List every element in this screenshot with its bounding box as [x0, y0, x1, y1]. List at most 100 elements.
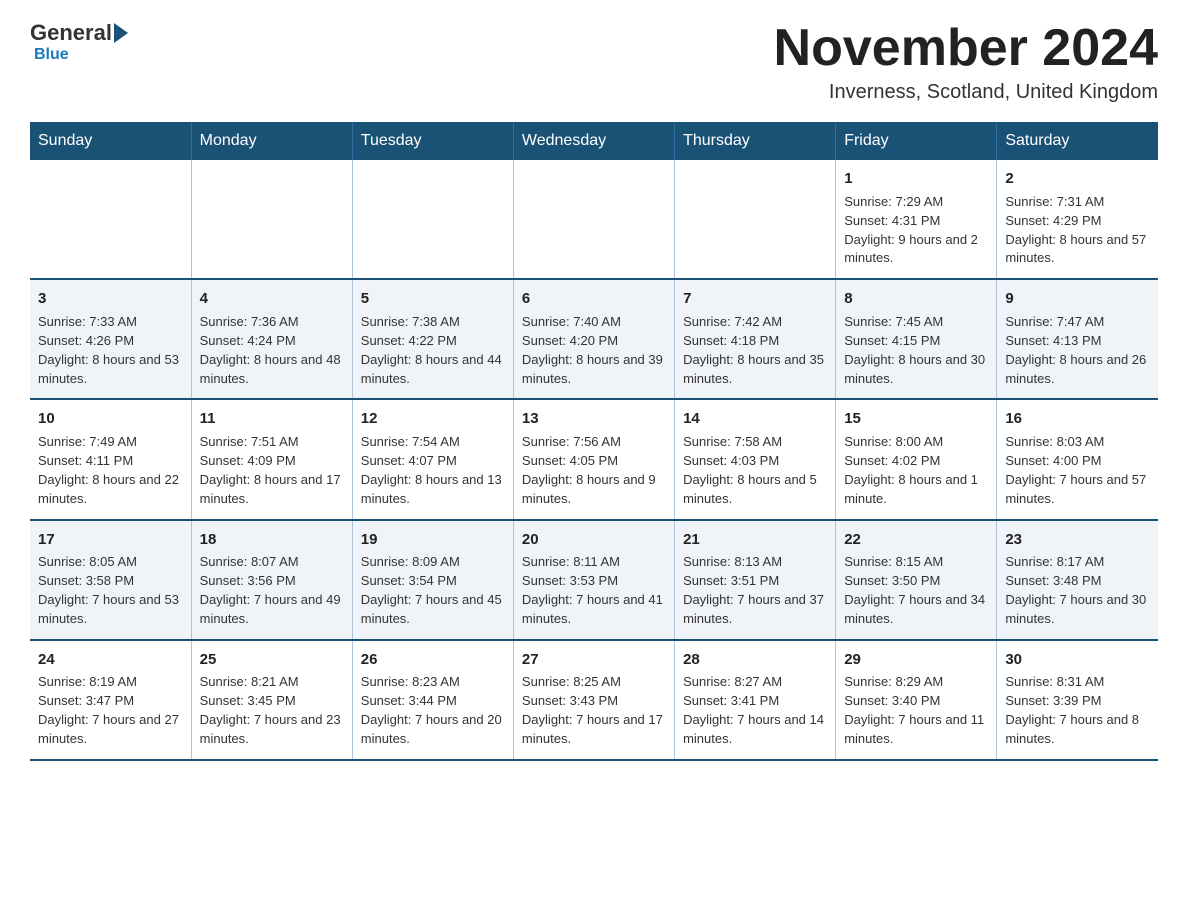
day-number: 18: [200, 529, 344, 551]
calendar-cell: 25Sunrise: 8:21 AMSunset: 3:45 PMDayligh…: [191, 640, 352, 760]
calendar-cell: 24Sunrise: 8:19 AMSunset: 3:47 PMDayligh…: [30, 640, 191, 760]
day-info: Sunrise: 8:21 AMSunset: 3:45 PMDaylight:…: [200, 674, 341, 746]
calendar-cell: 12Sunrise: 7:54 AMSunset: 4:07 PMDayligh…: [352, 399, 513, 519]
day-number: 11: [200, 408, 344, 430]
day-info: Sunrise: 8:27 AMSunset: 3:41 PMDaylight:…: [683, 674, 824, 746]
day-info: Sunrise: 7:33 AMSunset: 4:26 PMDaylight:…: [38, 314, 179, 386]
day-info: Sunrise: 8:23 AMSunset: 3:44 PMDaylight:…: [361, 674, 502, 746]
day-number: 21: [683, 529, 827, 551]
day-number: 5: [361, 288, 505, 310]
header-tuesday: Tuesday: [352, 122, 513, 160]
main-title: November 2024: [774, 20, 1158, 77]
calendar-table: SundayMondayTuesdayWednesdayThursdayFrid…: [30, 122, 1158, 761]
logo: General Blue: [30, 20, 130, 64]
day-number: 17: [38, 529, 183, 551]
day-number: 16: [1005, 408, 1150, 430]
calendar-cell: 5 Sunrise: 7:38 AMSunset: 4:22 PMDaylight…: [352, 279, 513, 399]
header-friday: Friday: [836, 122, 997, 160]
day-info: Sunrise: 8:25 AMSunset: 3:43 PMDaylight:…: [522, 674, 663, 746]
day-info: Sunrise: 7:31 AMSunset: 4:29 PMDaylight:…: [1005, 194, 1146, 266]
day-number: 19: [361, 529, 505, 551]
day-number: 6: [522, 288, 666, 310]
day-info: Sunrise: 7:58 AMSunset: 4:03 PMDaylight:…: [683, 434, 817, 506]
calendar-cell: 19 Sunrise: 8:09 AMSunset: 3:54 PMDayligh…: [352, 520, 513, 640]
calendar-cell: [30, 160, 191, 279]
calendar-header-row: SundayMondayTuesdayWednesdayThursdayFrid…: [30, 122, 1158, 160]
day-number: 27: [522, 649, 666, 671]
title-block: November 2024 Inverness, Scotland, Unite…: [774, 20, 1158, 104]
day-info: Sunrise: 8:09 AMSunset: 3:54 PMDaylight:…: [361, 554, 502, 626]
day-info: Sunrise: 7:29 AMSunset: 4:31 PMDaylight:…: [844, 194, 978, 266]
day-number: 7: [683, 288, 827, 310]
day-info: Sunrise: 7:40 AMSunset: 4:20 PMDaylight:…: [522, 314, 663, 386]
day-info: Sunrise: 7:45 AMSunset: 4:15 PMDaylight:…: [844, 314, 985, 386]
header-monday: Monday: [191, 122, 352, 160]
day-info: Sunrise: 7:42 AMSunset: 4:18 PMDaylight:…: [683, 314, 824, 386]
calendar-cell: 8 Sunrise: 7:45 AMSunset: 4:15 PMDaylight…: [836, 279, 997, 399]
calendar-row-week-1: 1 Sunrise: 7:29 AMSunset: 4:31 PMDaylight…: [30, 160, 1158, 279]
day-info: Sunrise: 8:03 AMSunset: 4:00 PMDaylight:…: [1005, 434, 1146, 506]
calendar-cell: 10 Sunrise: 7:49 AMSunset: 4:11 PMDayligh…: [30, 399, 191, 519]
header-saturday: Saturday: [997, 122, 1158, 160]
day-info: Sunrise: 8:31 AMSunset: 3:39 PMDaylight:…: [1005, 674, 1139, 746]
day-info: Sunrise: 8:05 AMSunset: 3:58 PMDaylight:…: [38, 554, 179, 626]
day-info: Sunrise: 7:38 AMSunset: 4:22 PMDaylight:…: [361, 314, 502, 386]
header-wednesday: Wednesday: [513, 122, 674, 160]
logo-triangle-icon: [114, 23, 128, 43]
calendar-row-week-3: 10 Sunrise: 7:49 AMSunset: 4:11 PMDayligh…: [30, 399, 1158, 519]
calendar-cell: [513, 160, 674, 279]
calendar-cell: [191, 160, 352, 279]
day-info: Sunrise: 7:36 AMSunset: 4:24 PMDaylight:…: [200, 314, 341, 386]
calendar-cell: 15 Sunrise: 8:00 AMSunset: 4:02 PMDayligh…: [836, 399, 997, 519]
calendar-cell: 26 Sunrise: 8:23 AMSunset: 3:44 PMDayligh…: [352, 640, 513, 760]
calendar-cell: 4Sunrise: 7:36 AMSunset: 4:24 PMDaylight…: [191, 279, 352, 399]
calendar-cell: 2 Sunrise: 7:31 AMSunset: 4:29 PMDaylight…: [997, 160, 1158, 279]
day-number: 22: [844, 529, 988, 551]
day-info: Sunrise: 7:47 AMSunset: 4:13 PMDaylight:…: [1005, 314, 1146, 386]
calendar-cell: 14 Sunrise: 7:58 AMSunset: 4:03 PMDayligh…: [675, 399, 836, 519]
day-number: 29: [844, 649, 988, 671]
calendar-cell: 23Sunrise: 8:17 AMSunset: 3:48 PMDayligh…: [997, 520, 1158, 640]
calendar-cell: 27 Sunrise: 8:25 AMSunset: 3:43 PMDayligh…: [513, 640, 674, 760]
day-number: 9: [1005, 288, 1150, 310]
calendar-cell: 20Sunrise: 8:11 AMSunset: 3:53 PMDayligh…: [513, 520, 674, 640]
day-info: Sunrise: 8:29 AMSunset: 3:40 PMDaylight:…: [844, 674, 984, 746]
calendar-row-week-2: 3 Sunrise: 7:33 AMSunset: 4:26 PMDaylight…: [30, 279, 1158, 399]
page-header: General Blue November 2024 Inverness, Sc…: [30, 20, 1158, 104]
day-info: Sunrise: 8:00 AMSunset: 4:02 PMDaylight:…: [844, 434, 978, 506]
calendar-cell: 16 Sunrise: 8:03 AMSunset: 4:00 PMDayligh…: [997, 399, 1158, 519]
day-number: 3: [38, 288, 183, 310]
header-thursday: Thursday: [675, 122, 836, 160]
logo-general-text: General: [30, 20, 112, 46]
calendar-cell: 11 Sunrise: 7:51 AMSunset: 4:09 PMDayligh…: [191, 399, 352, 519]
day-info: Sunrise: 7:51 AMSunset: 4:09 PMDaylight:…: [200, 434, 341, 506]
day-number: 10: [38, 408, 183, 430]
calendar-cell: 21Sunrise: 8:13 AMSunset: 3:51 PMDayligh…: [675, 520, 836, 640]
day-info: Sunrise: 8:07 AMSunset: 3:56 PMDaylight:…: [200, 554, 341, 626]
calendar-cell: 28 Sunrise: 8:27 AMSunset: 3:41 PMDayligh…: [675, 640, 836, 760]
calendar-row-week-5: 24Sunrise: 8:19 AMSunset: 3:47 PMDayligh…: [30, 640, 1158, 760]
day-number: 28: [683, 649, 827, 671]
calendar-cell: 29 Sunrise: 8:29 AMSunset: 3:40 PMDayligh…: [836, 640, 997, 760]
calendar-cell: 3 Sunrise: 7:33 AMSunset: 4:26 PMDaylight…: [30, 279, 191, 399]
day-info: Sunrise: 7:56 AMSunset: 4:05 PMDaylight:…: [522, 434, 656, 506]
day-number: 13: [522, 408, 666, 430]
calendar-cell: 18 Sunrise: 8:07 AMSunset: 3:56 PMDayligh…: [191, 520, 352, 640]
day-number: 8: [844, 288, 988, 310]
day-info: Sunrise: 7:49 AMSunset: 4:11 PMDaylight:…: [38, 434, 179, 506]
day-info: Sunrise: 8:17 AMSunset: 3:48 PMDaylight:…: [1005, 554, 1146, 626]
calendar-cell: 9 Sunrise: 7:47 AMSunset: 4:13 PMDaylight…: [997, 279, 1158, 399]
calendar-cell: 6 Sunrise: 7:40 AMSunset: 4:20 PMDaylight…: [513, 279, 674, 399]
calendar-cell: 17 Sunrise: 8:05 AMSunset: 3:58 PMDayligh…: [30, 520, 191, 640]
day-number: 1: [844, 168, 988, 190]
day-number: 2: [1005, 168, 1150, 190]
day-number: 15: [844, 408, 988, 430]
day-number: 26: [361, 649, 505, 671]
calendar-cell: 30Sunrise: 8:31 AMSunset: 3:39 PMDayligh…: [997, 640, 1158, 760]
day-info: Sunrise: 8:15 AMSunset: 3:50 PMDaylight:…: [844, 554, 985, 626]
calendar-cell: [675, 160, 836, 279]
day-number: 20: [522, 529, 666, 551]
calendar-cell: 13 Sunrise: 7:56 AMSunset: 4:05 PMDayligh…: [513, 399, 674, 519]
day-number: 14: [683, 408, 827, 430]
calendar-row-week-4: 17 Sunrise: 8:05 AMSunset: 3:58 PMDayligh…: [30, 520, 1158, 640]
